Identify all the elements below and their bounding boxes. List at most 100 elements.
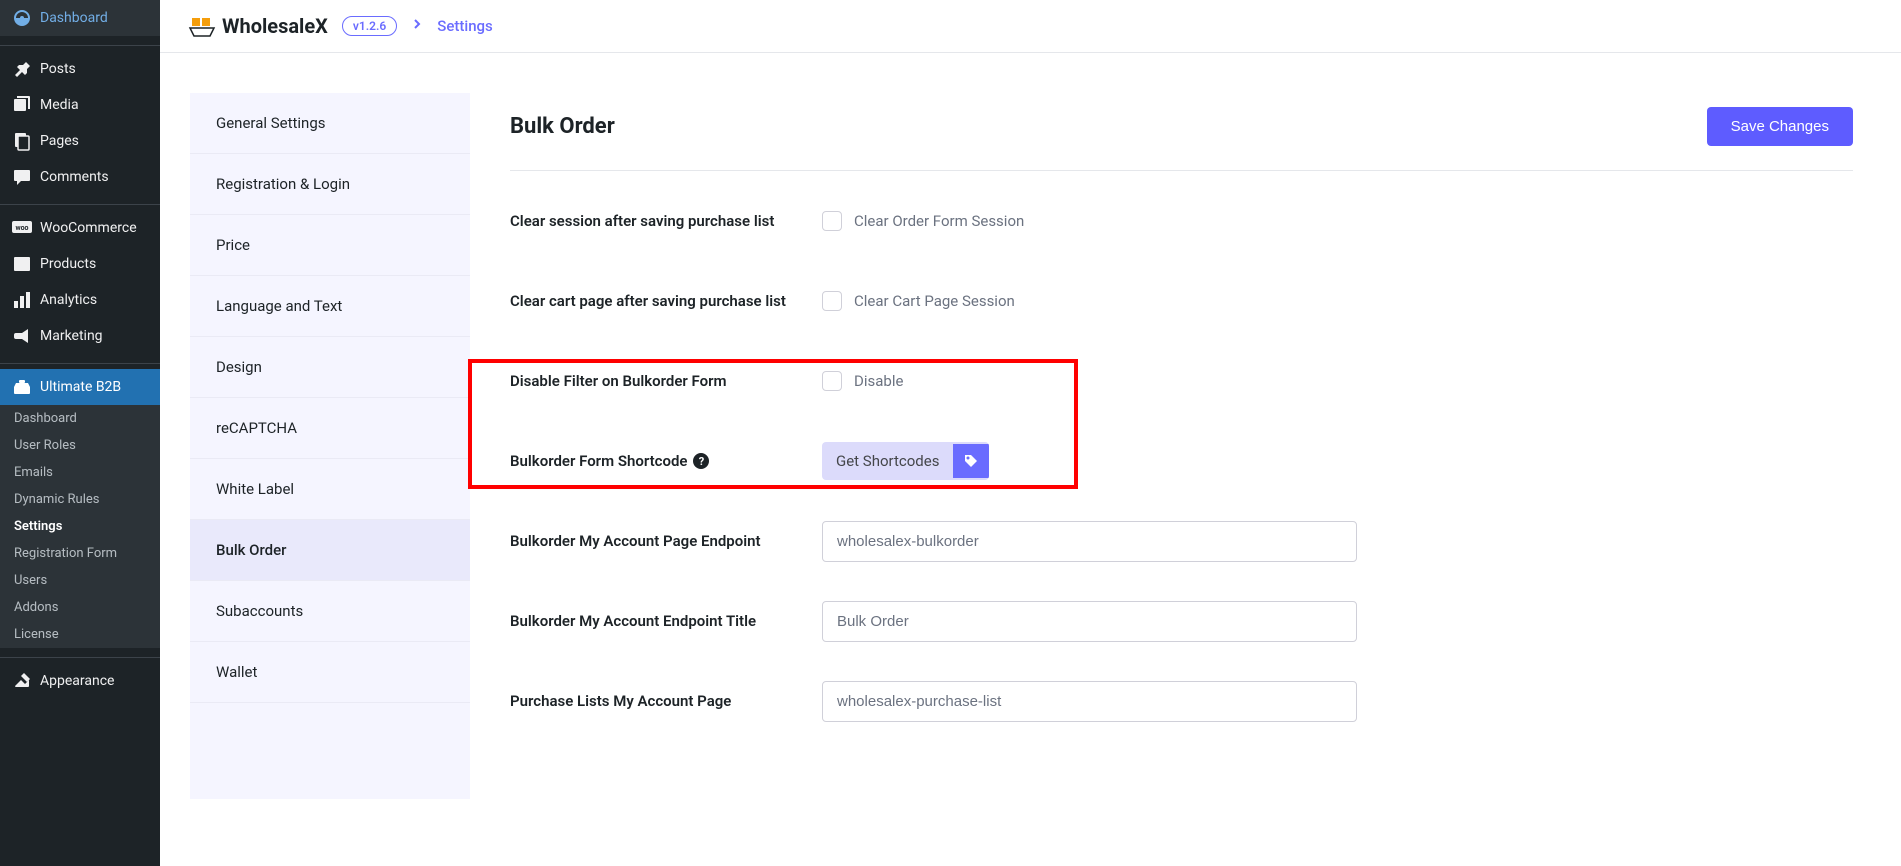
field-label: Bulkorder My Account Page Endpoint	[510, 532, 822, 550]
endpoint-input[interactable]	[822, 521, 1357, 562]
tab-registration-login[interactable]: Registration & Login	[190, 154, 470, 215]
tab-subaccounts[interactable]: Subaccounts	[190, 581, 470, 642]
field-label: Disable Filter on Bulkorder Form	[510, 372, 822, 390]
clear-session-checkbox[interactable]	[822, 211, 842, 231]
get-shortcodes-button[interactable]: [UB2B_Bulk_Order] Get Shortcodes	[822, 442, 989, 480]
sidebar-item-ultimate-b2b[interactable]: Ultimate B2B	[0, 369, 160, 405]
field-purchase-lists: Purchase Lists My Account Page	[510, 679, 1853, 723]
purchase-lists-input[interactable]	[822, 681, 1357, 722]
tab-design[interactable]: Design	[190, 337, 470, 398]
version-badge: v1.2.6	[342, 16, 397, 36]
sidebar-separator	[0, 653, 160, 658]
sidebar-item-label: Products	[40, 256, 96, 272]
field-endpoint: Bulkorder My Account Page Endpoint	[510, 519, 1853, 563]
brand-text: WholesaleX	[222, 14, 328, 38]
field-control: Clear Order Form Session	[822, 211, 1853, 231]
sidebar-item-pages[interactable]: Pages	[0, 123, 160, 159]
sidebar-item-label: Analytics	[40, 292, 97, 308]
field-control: [UB2B_Bulk_Order] Get Shortcodes	[822, 442, 1853, 480]
comments-icon	[12, 167, 32, 187]
settings-tabs: General Settings Registration & Login Pr…	[190, 93, 470, 799]
sidebar-item-woocommerce[interactable]: woo WooCommerce	[0, 210, 160, 246]
b2b-icon	[12, 377, 32, 397]
sidebar-item-dashboard[interactable]: Dashboard	[0, 0, 160, 36]
sidebar-item-media[interactable]: Media	[0, 87, 160, 123]
field-endpoint-title: Bulkorder My Account Endpoint Title	[510, 599, 1853, 643]
sidebar-item-label: Pages	[40, 133, 79, 149]
submenu-item-addons[interactable]: Addons	[0, 594, 160, 621]
sidebar-item-label: Comments	[40, 169, 109, 185]
media-icon	[12, 95, 32, 115]
wp-admin-sidebar: Dashboard Posts Media Pages Comments woo…	[0, 0, 160, 866]
tab-language-text[interactable]: Language and Text	[190, 276, 470, 337]
sidebar-separator	[0, 200, 160, 205]
submenu-item-dashboard[interactable]: Dashboard	[0, 405, 160, 432]
tag-icon	[953, 444, 989, 478]
tab-bulk-order[interactable]: Bulk Order	[190, 520, 470, 581]
sidebar-item-label: Dashboard	[40, 10, 108, 26]
sidebar-item-label: Posts	[40, 61, 76, 77]
field-shortcode: Bulkorder Form Shortcode ? [UB2B_Bulk_Or…	[510, 439, 1853, 483]
help-icon[interactable]: ?	[693, 453, 709, 469]
sidebar-item-marketing[interactable]: Marketing	[0, 318, 160, 354]
products-icon	[12, 254, 32, 274]
checkbox-hint: Clear Order Form Session	[854, 212, 1024, 230]
tab-recaptcha[interactable]: reCAPTCHA	[190, 398, 470, 459]
sidebar-item-label: Media	[40, 97, 79, 113]
topbar: WholesaleX v1.2.6 Settings	[160, 0, 1901, 53]
dashboard-icon	[12, 8, 32, 28]
field-clear-session: Clear session after saving purchase list…	[510, 199, 1853, 243]
svg-text:woo: woo	[15, 224, 28, 232]
field-label: Bulkorder Form Shortcode ?	[510, 452, 822, 470]
shortcode-button-label: Get Shortcodes	[822, 442, 953, 480]
panel-header: Bulk Order Save Changes	[510, 93, 1853, 171]
panel-title: Bulk Order	[510, 114, 615, 139]
submenu-item-users[interactable]: Users	[0, 567, 160, 594]
woo-icon: woo	[12, 218, 32, 238]
sidebar-item-label: Marketing	[40, 328, 103, 344]
appearance-icon	[12, 671, 32, 691]
chevron-right-icon	[411, 18, 423, 34]
sidebar-separator	[0, 41, 160, 46]
sidebar-item-comments[interactable]: Comments	[0, 159, 160, 195]
field-label-text: Bulkorder Form Shortcode	[510, 452, 687, 470]
submenu-item-license[interactable]: License	[0, 621, 160, 648]
brand: WholesaleX	[188, 14, 328, 38]
sidebar-item-label: WooCommerce	[40, 220, 137, 236]
checkbox-hint: Disable	[854, 372, 903, 390]
save-changes-button[interactable]: Save Changes	[1707, 107, 1853, 146]
tab-white-label[interactable]: White Label	[190, 459, 470, 520]
field-control: Disable	[822, 371, 1853, 391]
tab-wallet[interactable]: Wallet	[190, 642, 470, 703]
clear-cart-checkbox[interactable]	[822, 291, 842, 311]
pin-icon	[12, 59, 32, 79]
field-label: Clear cart page after saving purchase li…	[510, 292, 822, 310]
field-control	[822, 681, 1853, 722]
field-disable-filter: Disable Filter on Bulkorder Form Disable	[510, 359, 1853, 403]
submenu-item-settings[interactable]: Settings	[0, 513, 160, 540]
submenu-item-user-roles[interactable]: User Roles	[0, 432, 160, 459]
endpoint-title-input[interactable]	[822, 601, 1357, 642]
field-clear-cart: Clear cart page after saving purchase li…	[510, 279, 1853, 323]
sidebar-item-posts[interactable]: Posts	[0, 51, 160, 87]
sidebar-item-label: Appearance	[40, 673, 114, 689]
breadcrumb-current: Settings	[437, 17, 493, 35]
submenu-item-registration-form[interactable]: Registration Form	[0, 540, 160, 567]
sidebar-item-products[interactable]: Products	[0, 246, 160, 282]
sidebar-item-label: Ultimate B2B	[40, 379, 121, 395]
main-content: WholesaleX v1.2.6 Settings General Setti…	[160, 0, 1901, 799]
sidebar-item-analytics[interactable]: Analytics	[0, 282, 160, 318]
brand-logo-icon	[188, 14, 216, 38]
sidebar-item-appearance[interactable]: Appearance	[0, 663, 160, 699]
tab-price[interactable]: Price	[190, 215, 470, 276]
pages-icon	[12, 131, 32, 151]
submenu-item-emails[interactable]: Emails	[0, 459, 160, 486]
checkbox-hint: Clear Cart Page Session	[854, 292, 1015, 310]
field-label: Clear session after saving purchase list	[510, 212, 822, 230]
field-label: Bulkorder My Account Endpoint Title	[510, 612, 822, 630]
tab-general-settings[interactable]: General Settings	[190, 93, 470, 154]
field-control	[822, 521, 1853, 562]
disable-filter-checkbox[interactable]	[822, 371, 842, 391]
submenu-item-dynamic-rules[interactable]: Dynamic Rules	[0, 486, 160, 513]
sidebar-separator	[0, 359, 160, 364]
